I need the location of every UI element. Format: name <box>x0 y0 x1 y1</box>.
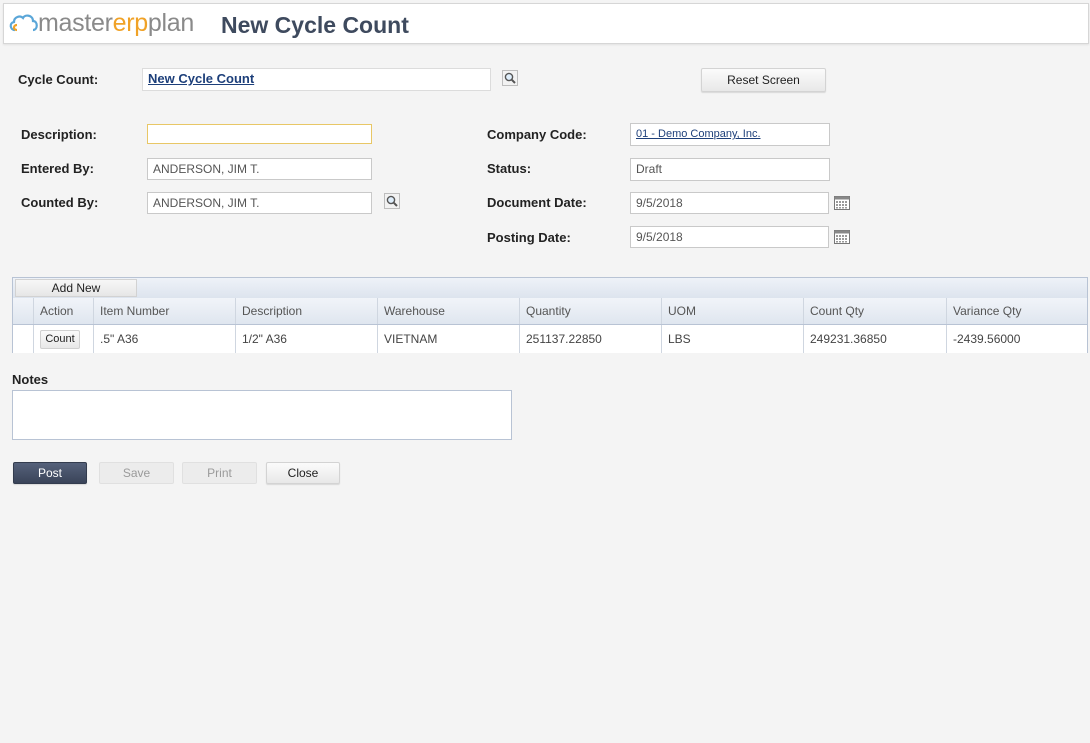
counted-by-lookup-icon[interactable] <box>384 193 400 209</box>
row-description: 1/2" A36 <box>236 325 378 353</box>
grid-header-count-qty[interactable]: Count Qty <box>804 298 947 324</box>
grid-header-description[interactable]: Description <box>236 298 378 324</box>
row-select-cell[interactable] <box>13 325 34 353</box>
document-date-label: Document Date: <box>487 195 587 210</box>
cloud-icon <box>9 14 38 32</box>
status-label: Status: <box>487 161 532 176</box>
row-warehouse: VIETNAM <box>378 325 520 353</box>
entered-by-label: Entered By: <box>21 161 94 176</box>
posting-date-calendar-icon[interactable] <box>834 229 850 245</box>
grid-header-select <box>13 298 34 324</box>
document-date-calendar-icon[interactable] <box>834 195 850 211</box>
masterplan-logo: mastererpplan <box>8 8 194 38</box>
description-field[interactable] <box>147 124 372 144</box>
posting-date-field[interactable]: 9/5/2018 <box>630 226 829 248</box>
counted-by-field[interactable]: ANDERSON, JIM T. <box>147 192 372 214</box>
notes-label: Notes <box>12 372 49 387</box>
grid-header-item-number[interactable]: Item Number <box>94 298 236 324</box>
row-variance-qty: -2439.56000 <box>953 332 1021 346</box>
notes-textarea[interactable] <box>12 390 512 440</box>
count-button[interactable]: Count <box>40 329 80 349</box>
app-header: mastererpplan New Cycle Count <box>3 3 1089 44</box>
posting-date-label: Posting Date: <box>487 230 571 245</box>
cycle-count-field[interactable]: New Cycle Count <box>142 68 491 91</box>
entered-by-field[interactable]: ANDERSON, JIM T. <box>147 158 372 180</box>
add-new-button[interactable]: Add New <box>15 279 137 297</box>
cycle-count-label: Cycle Count: <box>18 72 99 87</box>
print-button[interactable]: Print <box>182 462 257 484</box>
row-action-cell: Count <box>34 325 94 353</box>
logo-wordmark: mastererpplan <box>38 8 194 37</box>
grid-header-quantity[interactable]: Quantity <box>520 298 662 324</box>
cycle-count-grid: Add New Action Item Number Description W… <box>12 277 1088 353</box>
company-code-field[interactable]: 01 - Demo Company, Inc. <box>630 123 830 146</box>
row-uom: LBS <box>662 325 804 353</box>
cycle-count-lookup-icon[interactable] <box>502 70 518 86</box>
row-quantity: 251137.22850 <box>520 325 662 353</box>
save-button[interactable]: Save <box>99 462 174 484</box>
row-item-number: .5" A36 <box>94 325 236 353</box>
status-field: Draft <box>630 158 830 181</box>
page-title: New Cycle Count <box>221 12 409 38</box>
grid-header-action[interactable]: Action <box>34 298 94 324</box>
grid-header-warehouse[interactable]: Warehouse <box>378 298 520 324</box>
company-code-label: Company Code: <box>487 127 587 142</box>
counted-by-label: Counted By: <box>21 195 99 210</box>
table-row: Count .5" A36 1/2" A36 VIETNAM 251137.22… <box>13 325 1087 353</box>
reset-screen-button[interactable]: Reset Screen <box>701 68 826 92</box>
post-button[interactable]: Post <box>13 462 87 484</box>
grid-header-row: Action Item Number Description Warehouse… <box>13 298 1087 325</box>
grid-toolbar: Add New <box>13 278 1087 299</box>
row-count-qty: 249231.36850 <box>804 325 947 353</box>
document-date-field[interactable]: 9/5/2018 <box>630 192 829 214</box>
close-button[interactable]: Close <box>266 462 340 484</box>
grid-header-variance-qty[interactable]: Variance Qty <box>947 298 1087 324</box>
description-label: Description: <box>21 127 97 142</box>
grid-header-uom[interactable]: UOM <box>662 298 804 324</box>
